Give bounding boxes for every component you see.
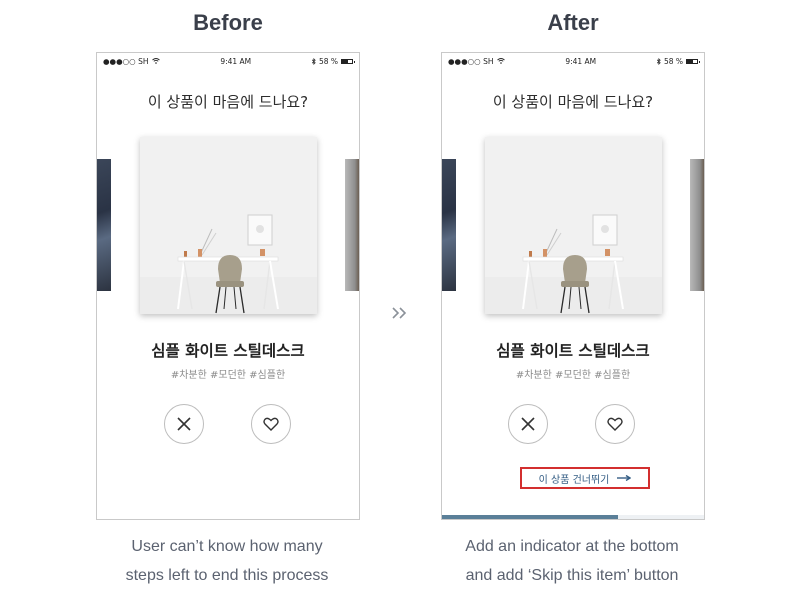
- caption-before-line1: User can’t know how many: [131, 538, 323, 555]
- dislike-button[interactable]: [508, 404, 548, 444]
- previous-card[interactable]: [442, 159, 456, 291]
- product-image[interactable]: [140, 137, 317, 314]
- clock: 9:41 AM: [220, 56, 252, 66]
- skip-item-button[interactable]: 이 상품 건너뛰기: [520, 467, 650, 489]
- carrier-signal: ●●●○○ SH: [448, 56, 494, 66]
- status-bar: ●●●○○ SH 9:41 AM 58 %: [97, 53, 359, 69]
- battery-icon: [341, 58, 355, 64]
- panel-after-title: After: [547, 10, 599, 35]
- arrow-right-icon: [617, 475, 632, 481]
- wifi-icon: [496, 58, 505, 64]
- battery-percent: 58 %: [663, 56, 683, 66]
- product-tags: #차분한 #모던한 #심플한: [170, 370, 286, 381]
- caption-after-line2: and add ‘Skip this item’ button: [465, 567, 679, 584]
- battery-icon: [686, 58, 700, 64]
- progress-indicator: [442, 515, 704, 519]
- next-card[interactable]: [690, 159, 704, 291]
- bluetooth-icon: [656, 57, 661, 65]
- double-chevron-right-icon: [392, 307, 407, 319]
- bluetooth-icon: [311, 57, 316, 65]
- phone-before: ●●●○○ SH 9:41 AM 58 % 이 상품이 마음에 드나요? 심플 …: [96, 52, 360, 520]
- question-title: 이 상품이 마음에 드나요?: [147, 93, 309, 111]
- panel-before-title: Before: [193, 10, 263, 35]
- wifi-icon: [151, 58, 160, 64]
- caption-after-line1: Add an indicator at the bottom: [465, 538, 679, 555]
- heart-icon: [607, 417, 623, 431]
- phone-after: ●●●○○ SH 9:41 AM 58 % 이 상품이 마음에 드나요? 심플 …: [441, 52, 705, 520]
- dislike-button[interactable]: [164, 404, 204, 444]
- caption-before-line2: steps left to end this process: [125, 567, 329, 584]
- like-button[interactable]: [595, 404, 635, 444]
- question-title: 이 상품이 마음에 드나요?: [492, 93, 654, 111]
- battery-fill: [342, 59, 348, 63]
- product-name: 심플 화이트 스틸데스크: [151, 342, 305, 360]
- desk-illustration: [140, 137, 317, 314]
- next-card[interactable]: [345, 159, 359, 291]
- desk-illustration: [485, 137, 662, 314]
- caption-before: User can’t know how many steps left to e…: [77, 532, 377, 590]
- x-icon: [177, 417, 191, 431]
- battery-fill: [687, 59, 693, 63]
- x-icon: [521, 417, 535, 431]
- status-bar: ●●●○○ SH 9:41 AM 58 %: [442, 53, 704, 69]
- previous-card[interactable]: [97, 159, 111, 291]
- product-tags: #차분한 #모던한 #심플한: [515, 370, 631, 381]
- product-image[interactable]: [485, 137, 662, 314]
- battery-percent: 58 %: [318, 56, 338, 66]
- skip-item-label: 이 상품 건너뛰기: [538, 474, 610, 486]
- caption-after: Add an indicator at the bottom and add ‘…: [422, 532, 722, 590]
- like-button[interactable]: [251, 404, 291, 444]
- clock: 9:41 AM: [565, 56, 597, 66]
- heart-icon: [263, 417, 279, 431]
- carrier-signal: ●●●○○ SH: [103, 56, 149, 66]
- progress-fill: [442, 515, 618, 519]
- product-name: 심플 화이트 스틸데스크: [496, 342, 650, 360]
